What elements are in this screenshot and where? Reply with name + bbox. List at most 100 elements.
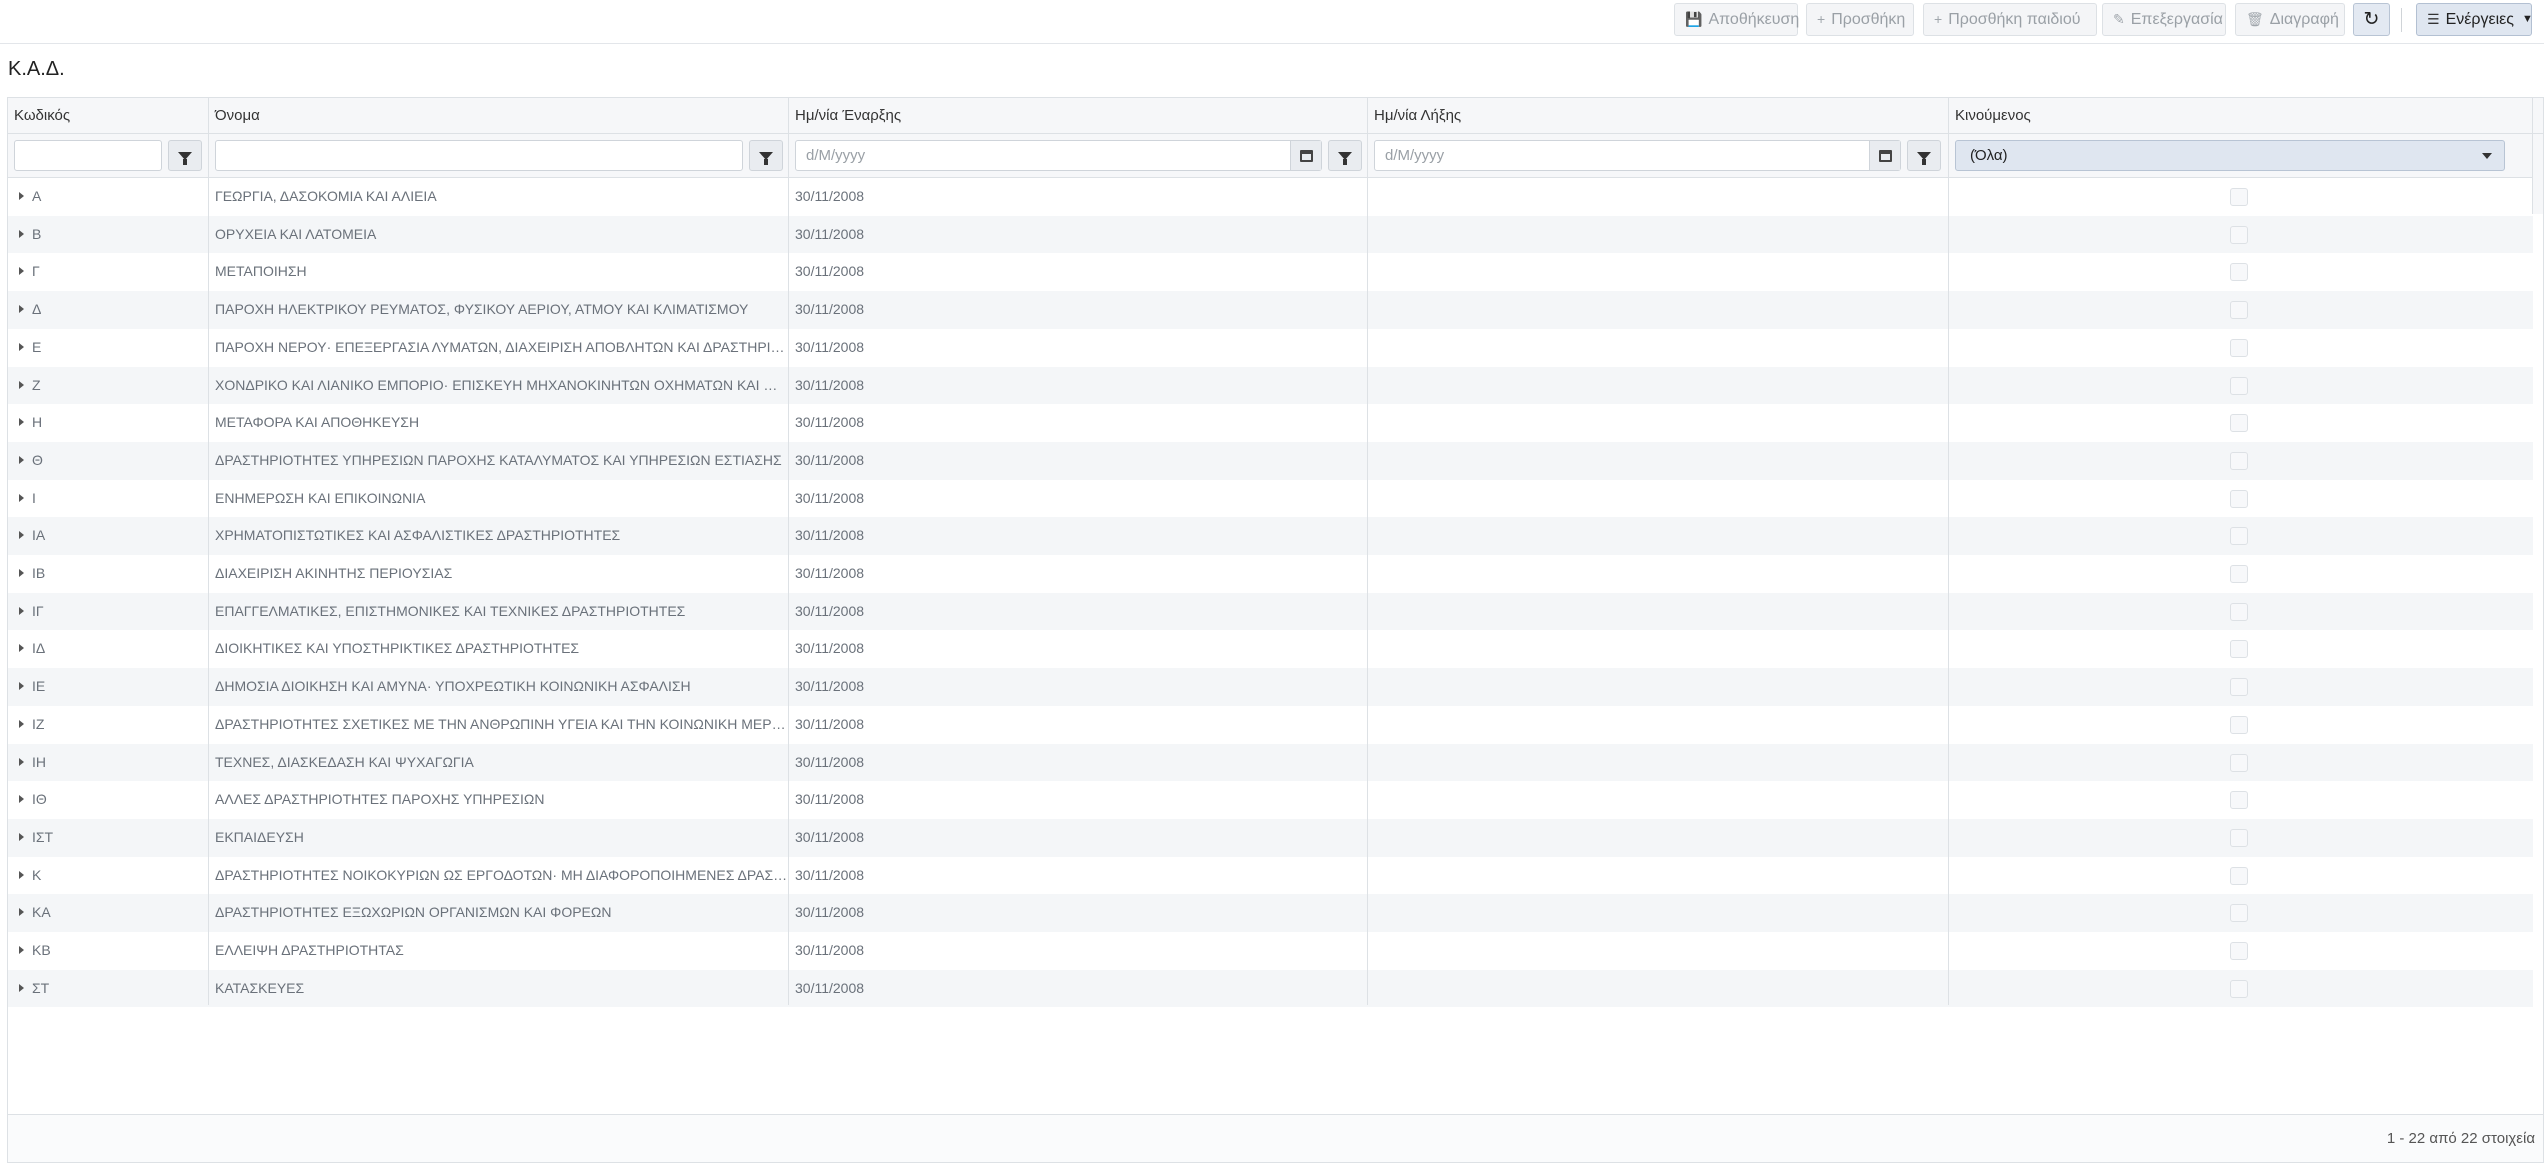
moving-checkbox[interactable] <box>2230 565 2248 583</box>
expand-arrow-icon[interactable] <box>19 418 24 427</box>
name-cell: ΕΠΑΓΓΕΛΜΑΤΙΚΕΣ, ΕΠΙΣΤΗΜΟΝΙΚΕΣ ΚΑΙ ΤΕΧΝΙΚ… <box>215 602 686 619</box>
moving-checkbox[interactable] <box>2230 640 2248 659</box>
table-row[interactable]: Ζ ΧΟΝΔΡΙΚΟ ΚΑΙ ΛΙΑΝΙΚΟ ΕΜΠΟΡΙΟ· ΕΠΙΣΚΕΥΗ … <box>8 366 2533 405</box>
expand-arrow-icon[interactable] <box>19 908 24 917</box>
expand-arrow-icon[interactable] <box>19 870 24 879</box>
moving-checkbox[interactable] <box>2230 301 2248 320</box>
expand-arrow-icon[interactable] <box>19 569 24 577</box>
table-row[interactable]: ΣΤ ΚΑΤΑΣΚΕΥΕΣ 30/11/2008 <box>8 969 2533 1008</box>
start-date-placeholder: d/M/yyyy <box>806 147 866 164</box>
table-row[interactable]: Α ΓΕΩΡΓΙΑ, ΔΑΣΟΚΟΜΙΑ ΚΑΙ ΑΛΙΕΙΑ 30/11/2008 <box>8 178 2533 216</box>
expand-arrow-icon[interactable] <box>19 305 24 314</box>
moving-checkbox[interactable] <box>2230 376 2248 395</box>
add-child-button[interactable]: + Προσθήκη παιδιού <box>1923 3 2097 36</box>
filter-cell-end-date: d/M/yyyy <box>1368 134 1949 177</box>
moving-checkbox[interactable] <box>2230 527 2248 546</box>
end-date-calendar-button[interactable] <box>1869 141 1900 170</box>
filter-icon <box>1338 151 1352 165</box>
expand-arrow-icon[interactable] <box>19 342 24 351</box>
expand-arrow-icon[interactable] <box>19 644 24 653</box>
filter-row: d/M/yyyy d/M/yyyy (Όλα) <box>8 134 2543 214</box>
expand-arrow-icon[interactable] <box>19 606 24 615</box>
table-row[interactable]: ΙΓ ΕΠΑΓΓΕΛΜΑΤΙΚΕΣ, ΕΠΙΣΤΗΜΟΝΙΚΕΣ ΚΑΙ ΤΕΧΝ… <box>8 592 2533 631</box>
table-row[interactable]: ΙΗ ΤΕΧΝΕΣ, ΔΙΑΣΚΕΔΑΣΗ ΚΑΙ ΨΥΧΑΓΩΓΙΑ 30/11/… <box>8 743 2533 782</box>
table-row[interactable]: ΙΒ ΔΙΑΧΕΙΡΙΣΗ ΑΚΙΝΗΤΗΣ ΠΕΡΙΟΥΣΙΑΣ 30/11/20… <box>8 555 2533 593</box>
table-row[interactable]: Ι ΕΝΗΜΕΡΩΣΗ ΚΑΙ ΕΠΙΚΟΙΝΩΝΙΑ 30/11/2008 <box>8 480 2533 518</box>
code-filter-button[interactable] <box>168 140 202 171</box>
column-header-moving[interactable]: Κινούμενος <box>1949 98 2533 133</box>
save-button[interactable]: 💾 Αποθήκευση <box>1674 3 1799 36</box>
moving-checkbox[interactable] <box>2230 602 2248 621</box>
moving-checkbox[interactable] <box>2230 451 2248 470</box>
add-button[interactable]: + Προσθήκη <box>1806 3 1914 36</box>
moving-checkbox[interactable] <box>2230 414 2248 433</box>
code-filter-input[interactable] <box>14 140 162 171</box>
moving-checkbox[interactable] <box>2230 338 2248 357</box>
table-row[interactable]: Η ΜΕΤΑΦΟΡΑ ΚΑΙ ΑΠΟΘΗΚΕΥΣΗ 30/11/2008 <box>8 404 2533 442</box>
start-date-filter-input[interactable]: d/M/yyyy <box>795 140 1322 171</box>
moving-filter-select[interactable]: (Όλα) <box>1955 140 2505 171</box>
refresh-button[interactable]: ↻ <box>2353 3 2390 36</box>
expand-arrow-icon[interactable] <box>19 455 24 464</box>
expand-arrow-icon[interactable] <box>19 757 24 766</box>
expand-arrow-icon[interactable] <box>19 380 24 389</box>
start-date-filter-button[interactable] <box>1328 140 1362 171</box>
expand-arrow-icon[interactable] <box>19 983 24 992</box>
end-date-cell <box>1368 781 1948 819</box>
column-header-code[interactable]: Κωδικός <box>8 98 209 133</box>
name-filter-button[interactable] <box>749 140 783 171</box>
table-row[interactable]: Θ ΔΡΑΣΤΗΡΙΟΤΗΤΕΣ ΥΠΗΡΕΣΙΩΝ ΠΑΡΟΧΗΣ ΚΑΤΑΛΥ… <box>8 441 2533 480</box>
name-filter-input[interactable] <box>215 140 743 171</box>
table-row[interactable]: ΙΔ ΔΙΟΙΚΗΤΙΚΕΣ ΚΑΙ ΥΠΟΣΤΗΡΙΚΤΙΚΕΣ ΔΡΑΣΤΗΡ… <box>8 630 2533 668</box>
code-cell: Ι <box>8 480 208 518</box>
expand-arrow-icon[interactable] <box>19 493 24 502</box>
moving-checkbox[interactable] <box>2230 791 2248 810</box>
expand-arrow-icon[interactable] <box>19 946 24 954</box>
table-row[interactable]: Ε ΠΑΡΟΧΗ ΝΕΡΟΥ· ΕΠΕΞΕΡΓΑΣΙΑ ΛΥΜΑΤΩΝ, ΔΙΑΧ… <box>8 329 2533 367</box>
moving-checkbox[interactable] <box>2230 942 2248 960</box>
column-header-name[interactable]: Όνομα <box>209 98 789 133</box>
expand-arrow-icon[interactable] <box>19 192 24 200</box>
moving-checkbox[interactable] <box>2230 715 2248 734</box>
table-row[interactable]: ΙΑ ΧΡΗΜΑΤΟΠΙΣΤΩΤΙΚΕΣ ΚΑΙ ΑΣΦΑΛΙΣΤΙΚΕΣ ΔΡΑ… <box>8 517 2533 555</box>
table-row[interactable]: ΙΕ ΔΗΜΟΣΙΑ ΔΙΟΙΚΗΣΗ ΚΑΙ ΑΜΥΝΑ· ΥΠΟΧΡΕΩΤΙΚ… <box>8 668 2533 706</box>
table-row[interactable]: Γ ΜΕΤΑΠΟΙΗΣΗ 30/11/2008 <box>8 253 2533 291</box>
table-row[interactable]: ΙΣΤ ΕΚΠΑΙΔΕΥΣΗ 30/11/2008 <box>8 818 2533 857</box>
delete-button[interactable]: 🗑 Διαγραφή <box>2235 3 2345 36</box>
table-row[interactable]: ΙΘ ΑΛΛΕΣ ΔΡΑΣΤΗΡΙΟΤΗΤΕΣ ΠΑΡΟΧΗΣ ΥΠΗΡΕΣΙΩΝ… <box>8 781 2533 819</box>
column-header-end-date[interactable]: Ημ/νία Λήξης <box>1368 98 1949 133</box>
moving-checkbox[interactable] <box>2230 225 2248 244</box>
moving-checkbox[interactable] <box>2230 678 2248 697</box>
moving-checkbox[interactable] <box>2230 753 2248 772</box>
table-row[interactable]: ΙΖ ΔΡΑΣΤΗΡΙΟΤΗΤΕΣ ΣΧΕΤΙΚΕΣ ΜΕ ΤΗΝ ΑΝΘΡΩΠΙ… <box>8 706 2533 744</box>
moving-checkbox[interactable] <box>2230 866 2248 885</box>
end-date-filter-input[interactable]: d/M/yyyy <box>1374 140 1901 171</box>
moving-checkbox[interactable] <box>2230 979 2248 998</box>
expand-arrow-icon[interactable] <box>19 267 24 276</box>
actions-menu-button[interactable]: ☰ Ενέργειες ▼ <box>2416 3 2533 36</box>
code-cell: ΣΤ <box>8 970 208 1008</box>
expand-arrow-icon[interactable] <box>19 682 24 691</box>
table-row[interactable]: Κ ΔΡΑΣΤΗΡΙΟΤΗΤΕΣ ΝΟΙΚΟΚΥΡΙΩΝ ΩΣ ΕΡΓΟΔΟΤΩΝ… <box>8 857 2533 895</box>
column-header-start-date[interactable]: Ημ/νία Έναρξης <box>789 98 1368 133</box>
end-date-filter-button[interactable] <box>1907 140 1941 171</box>
table-row[interactable]: ΚΑ ΔΡΑΣΤΗΡΙΟΤΗΤΕΣ ΕΞΩΧΩΡΙΩΝ ΟΡΓΑΝΙΣΜΩΝ ΚΑ… <box>8 894 2533 932</box>
code-text: Κ <box>32 866 42 883</box>
expand-arrow-icon[interactable] <box>19 719 24 728</box>
moving-checkbox[interactable] <box>2230 489 2248 508</box>
expand-arrow-icon[interactable] <box>19 229 24 238</box>
add-label: Προσθήκη <box>1831 11 1906 28</box>
moving-checkbox[interactable] <box>2230 904 2248 923</box>
expand-arrow-icon[interactable] <box>19 531 24 540</box>
expand-arrow-icon[interactable] <box>19 795 24 804</box>
moving-checkbox[interactable] <box>2230 263 2248 282</box>
edit-button[interactable]: ✎ Επεξεργασία <box>2102 3 2226 36</box>
table-row[interactable]: Β ΟΡΥΧΕΙΑ ΚΑΙ ΛΑΤΟΜΕΙΑ 30/11/2008 <box>8 215 2533 254</box>
table-row[interactable]: ΚΒ ΕΛΛΕΙΨΗ ΔΡΑΣΤΗΡΙΟΤΗΤΑΣ 30/11/2008 <box>8 932 2533 970</box>
code-cell: ΙΒ <box>8 555 208 593</box>
moving-checkbox[interactable] <box>2230 188 2248 206</box>
expand-arrow-icon[interactable] <box>19 832 24 841</box>
table-row[interactable]: Δ ΠΑΡΟΧΗ ΗΛΕΚΤΡΙΚΟΥ ΡΕΥΜΑΤΟΣ, ΦΥΣΙΚΟΥ ΑΕΡ… <box>8 291 2533 329</box>
start-date-calendar-button[interactable] <box>1290 141 1321 170</box>
moving-checkbox[interactable] <box>2230 828 2248 847</box>
